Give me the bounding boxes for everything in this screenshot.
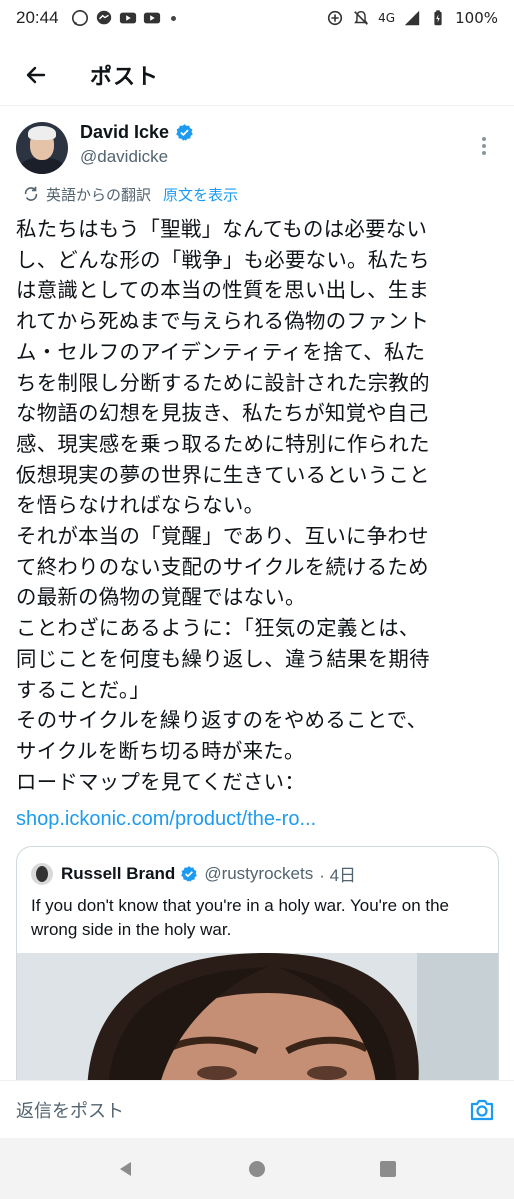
system-nav-bar (0, 1138, 514, 1199)
author-name-row[interactable]: David Icke (80, 122, 194, 143)
quote-author-handle: @rustyrockets (204, 863, 314, 883)
translation-row: 英語からの翻訳 原文を表示 (22, 182, 238, 206)
arrow-left-icon (26, 66, 46, 83)
more-options-button[interactable] (470, 128, 498, 164)
more-dot-icon (482, 144, 486, 148)
quote-media-image[interactable] (17, 953, 498, 1095)
square-recents-icon (380, 1160, 397, 1177)
verified-badge-icon (176, 124, 193, 141)
status-bar: 20:44 4G 100% (0, 0, 514, 36)
youtube-icon (119, 12, 136, 24)
youtube-icon (143, 12, 160, 24)
quoted-post[interactable]: Russell Brand @rustyrockets · 4日 If you … (16, 846, 499, 1096)
status-time: 20:44 (16, 8, 59, 27)
nav-recents-button[interactable] (368, 1149, 408, 1189)
avatar[interactable] (16, 122, 68, 174)
back-button[interactable] (6, 49, 66, 101)
battery-level: 100% (455, 9, 498, 27)
quote-avatar (31, 862, 53, 885)
notification-dot (170, 15, 176, 21)
show-original-link[interactable]: 原文を表示 (163, 184, 238, 205)
more-dot-icon (482, 137, 486, 141)
page-title: ポスト (90, 64, 160, 90)
translate-icon (24, 186, 38, 201)
data-saver-icon (328, 10, 343, 26)
quote-time: · 4日 (319, 866, 357, 885)
triangle-back-icon (119, 1161, 131, 1176)
verified-badge-icon (181, 865, 198, 882)
quote-text: If you don't know that you're in a holy … (31, 896, 450, 939)
author-handle[interactable]: @davidicke (80, 147, 194, 167)
signal-icon (404, 10, 420, 26)
top-header: ポスト (0, 44, 514, 106)
author-name[interactable]: David Icke (80, 122, 169, 143)
post-text: 私たちはもう「聖戦」なんてものは必要ない し、どんな形の「戦争」も必要ない。私た… (16, 217, 430, 794)
network-type: 4G (378, 11, 396, 25)
camera-icon (470, 1099, 494, 1120)
circle-home-icon (248, 1160, 265, 1177)
battery-icon (434, 10, 442, 26)
post-author: David Icke @davidicke (16, 122, 498, 178)
nav-back-button[interactable] (106, 1149, 146, 1189)
nav-home-button[interactable] (237, 1149, 277, 1189)
more-dot-icon (482, 151, 486, 155)
camera-button[interactable] (458, 1086, 506, 1134)
whatsapp-icon (71, 9, 88, 27)
translation-label: 英語からの翻訳 (46, 185, 152, 204)
quote-author-name: Russell Brand (61, 863, 176, 883)
mute-icon (354, 10, 369, 25)
reply-input[interactable]: 返信をポスト (16, 1097, 458, 1123)
messenger-icon (96, 10, 111, 25)
person-photo (17, 953, 498, 1095)
reply-bar: 返信をポスト (0, 1080, 514, 1138)
post-link[interactable]: shop.ickonic.com/product/the-ro... (16, 808, 316, 831)
